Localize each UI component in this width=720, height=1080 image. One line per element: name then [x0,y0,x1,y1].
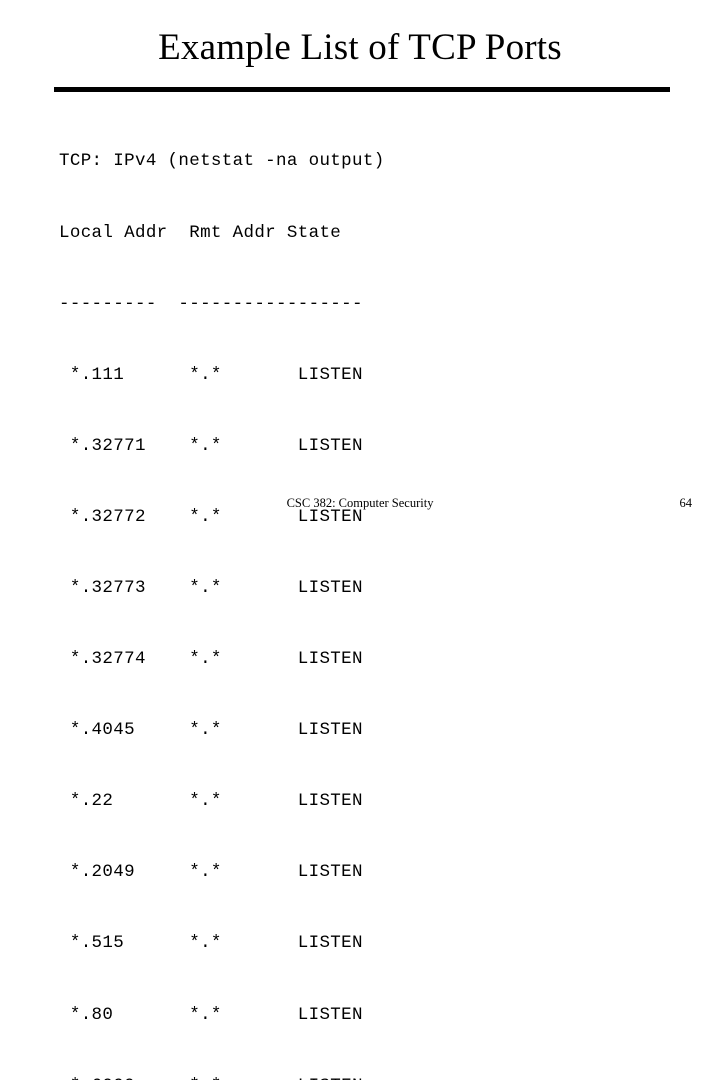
slide-footer: CSC 382: Computer Security 64 [0,495,720,515]
console-line-row: *.4045 *.* LISTEN [59,720,363,741]
console-line-command: TCP: IPv4 (netstat -na output) [59,151,385,172]
console-line-row: *.111 *.* LISTEN [59,364,363,385]
slide-root: Example List of TCP Ports TCP: IPv4 (net… [0,0,720,1080]
netstat-output-block: TCP: IPv4 (netstat -na output) Local Add… [59,103,493,1080]
console-line-separator: --------- ----------------- [59,293,363,314]
page-title: Example List of TCP Ports [158,27,562,68]
console-line-row: *.32774 *.* LISTEN [59,649,363,670]
console-line-row: *.22 *.* LISTEN [59,791,363,812]
console-line-row: *.80 *.* LISTEN [59,1004,363,1025]
console-line-headers: Local Addr Rmt Addr State [59,222,342,243]
console-line-row: *.6000 *.* LISTEN [59,1075,493,1080]
title-divider [54,87,670,92]
console-line-row: *.2049 *.* LISTEN [59,862,363,883]
console-line-row: *.32771 *.* LISTEN [59,435,363,456]
console-line-row: *.32773 *.* LISTEN [59,577,363,598]
footer-page-number: 64 [679,496,693,510]
console-line-row: *.515 *.* LISTEN [59,933,363,954]
footer-course-label: CSC 382: Computer Security [286,496,434,510]
